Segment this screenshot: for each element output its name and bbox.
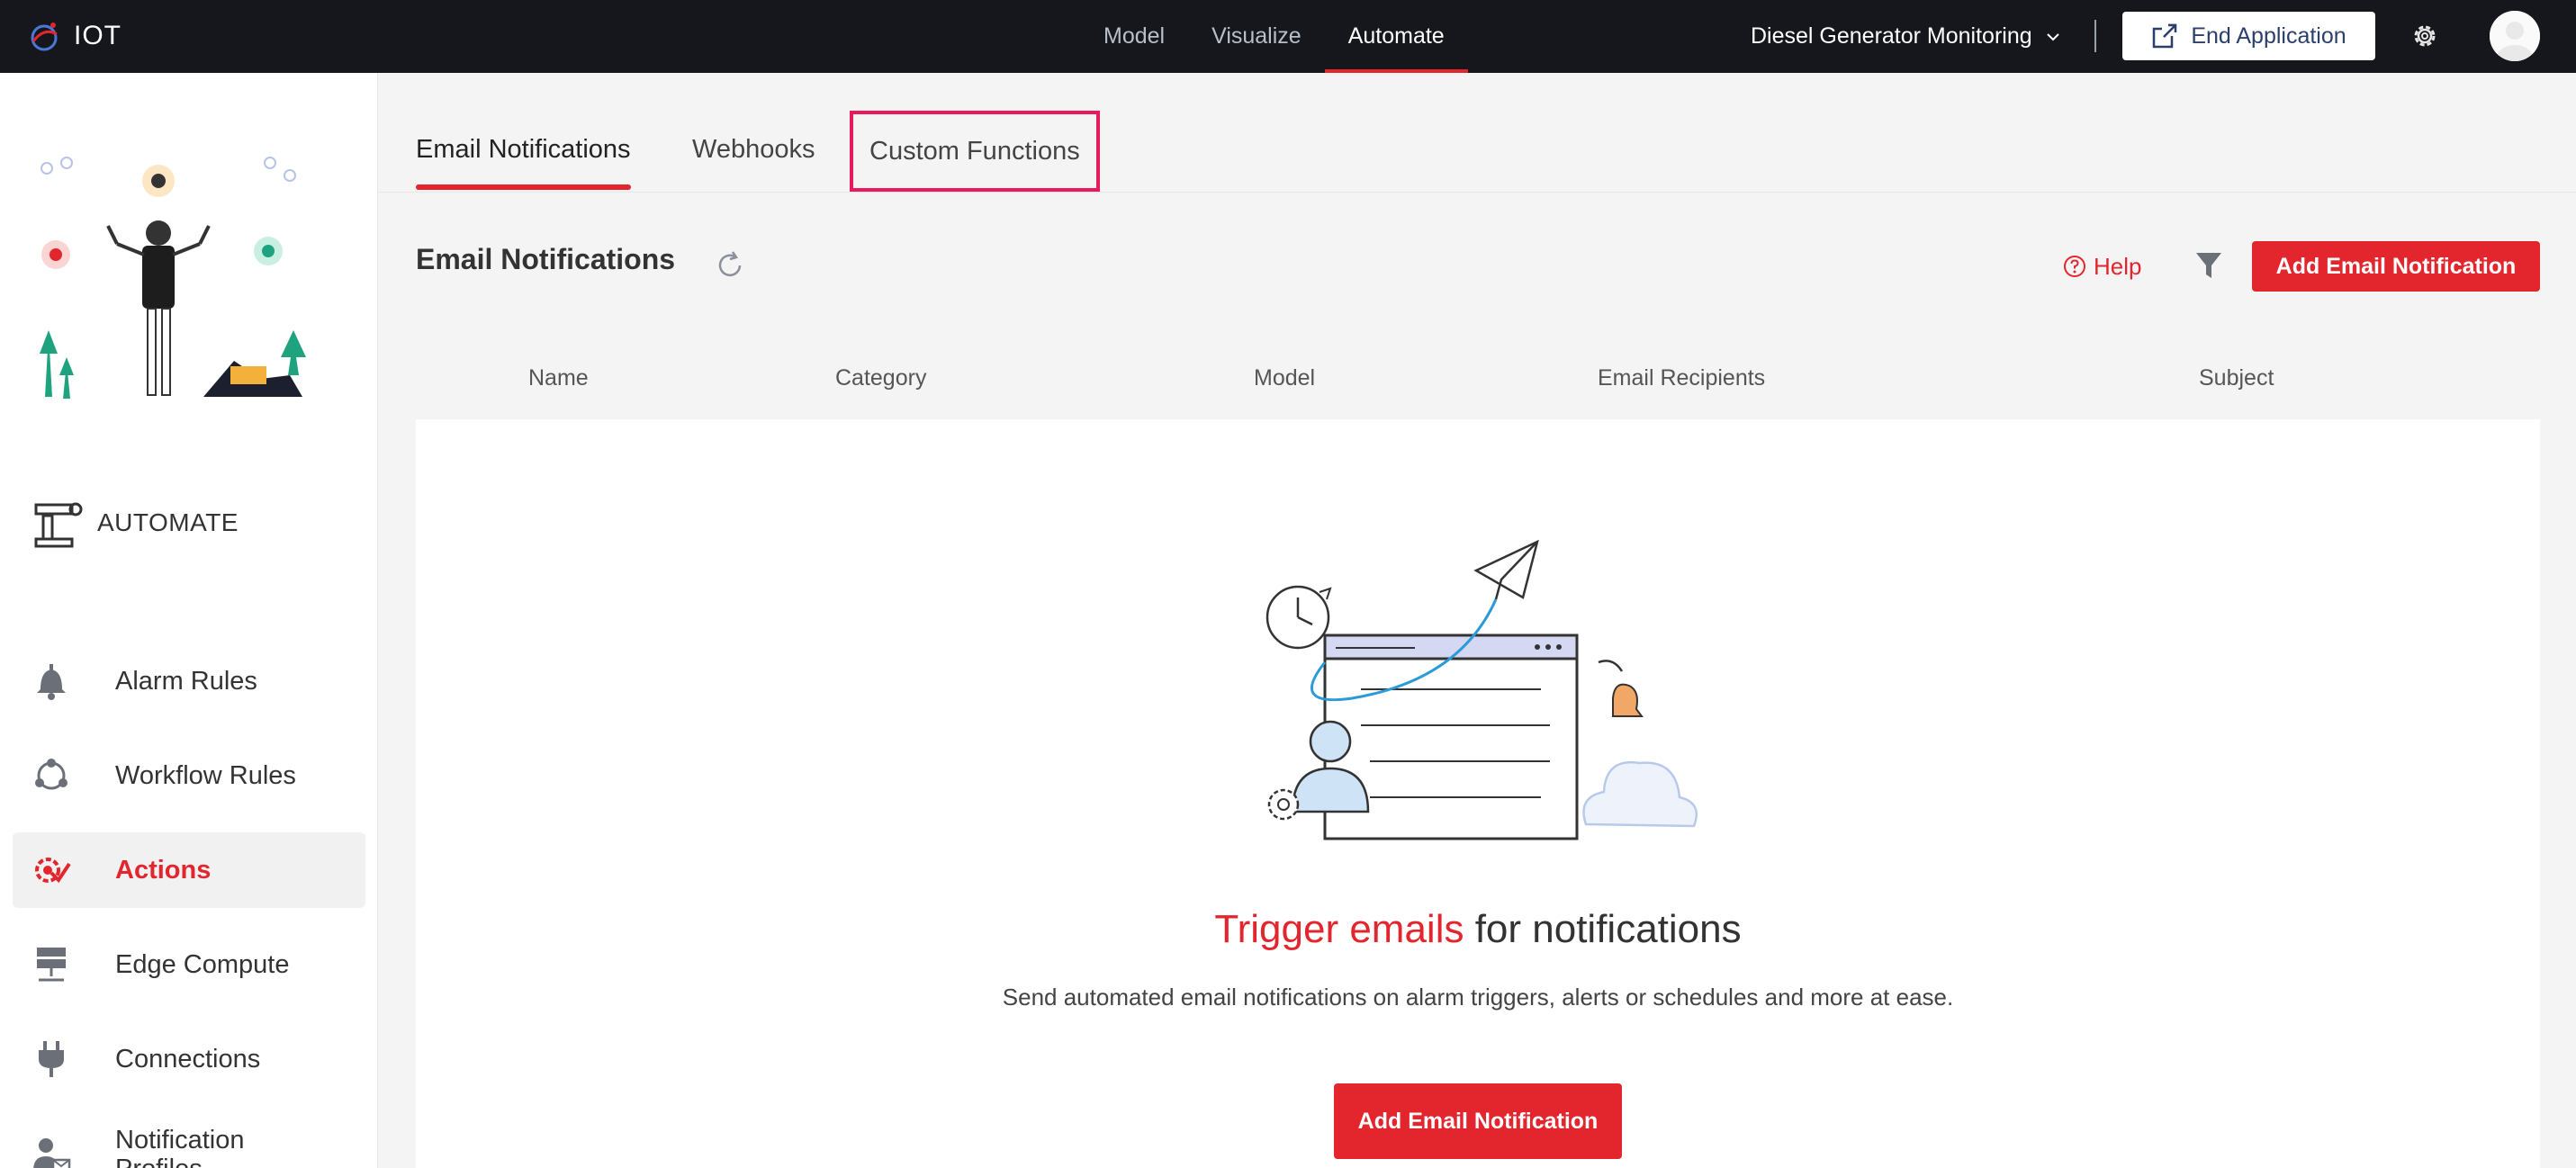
sidebar-heading-label: AUTOMATE: [97, 508, 239, 536]
iot-logo-icon: [23, 16, 65, 56]
empty-state-title-highlight: Trigger emails: [1214, 907, 1464, 951]
column-header-email-recipients[interactable]: Email Recipients: [1598, 349, 1765, 407]
sidebar-item-alarm-rules[interactable]: Alarm Rules: [13, 643, 365, 719]
user-avatar-icon: [2490, 11, 2540, 61]
add-email-notification-button[interactable]: Add Email Notification: [2252, 241, 2540, 292]
sidebar-item-label: Alarm Rules: [115, 666, 257, 696]
user-mail-icon: [29, 1132, 74, 1168]
sidebar-item-label: Edge Compute: [115, 949, 290, 979]
sidebar-item-connections[interactable]: Connections: [13, 1021, 365, 1097]
actions-gear-check-icon: [29, 848, 74, 893]
sidebar-item-actions[interactable]: Actions: [13, 832, 365, 908]
topnav-model[interactable]: Model: [1080, 0, 1188, 73]
workflow-icon: [29, 753, 74, 798]
refresh-icon[interactable]: [715, 250, 745, 281]
sidebar-item-notification-profiles[interactable]: Notification Profiles: [13, 1116, 365, 1168]
top-nav: Model Visualize Automate: [1080, 0, 1468, 73]
brand[interactable]: IOT: [23, 16, 122, 56]
empty-state-title-rest: for notifications: [1464, 907, 1742, 951]
top-bar: IOT Model Visualize Automate Diesel Gene…: [0, 0, 2576, 73]
divider: [2094, 20, 2096, 52]
topnav-visualize[interactable]: Visualize: [1188, 0, 1325, 73]
end-application-button[interactable]: End Application: [2122, 12, 2375, 60]
external-link-icon: [2153, 23, 2178, 49]
filter-icon[interactable]: [2194, 250, 2223, 281]
sidebar-item-label: Notification Profiles: [115, 1126, 245, 1168]
email-notification-illustration-icon: [1265, 539, 1698, 840]
bell-icon: [29, 659, 74, 704]
column-header-name[interactable]: Name: [528, 349, 589, 407]
column-header-category[interactable]: Category: [835, 349, 926, 407]
empty-state-add-button[interactable]: Add Email Notification: [1334, 1083, 1622, 1159]
empty-state-description: Send automated email notifications on al…: [1002, 984, 1954, 1011]
robot-arm-icon: [34, 502, 83, 548]
tab-custom-functions[interactable]: Custom Functions: [850, 111, 1100, 192]
sidebar-item-label: Connections: [115, 1044, 261, 1074]
tab-webhooks[interactable]: Webhooks: [692, 109, 815, 190]
sidebar: AUTOMATE Alarm Rules Workflow Rules Acti…: [0, 73, 378, 1168]
topnav-automate[interactable]: Automate: [1324, 0, 1468, 73]
column-header-model[interactable]: Model: [1254, 349, 1315, 407]
tab-bar: Email Notifications Webhooks Custom Func…: [378, 73, 2576, 193]
empty-state-title: Trigger emails for notifications: [416, 907, 2540, 952]
automate-illustration-icon: [40, 157, 306, 399]
gear-icon[interactable]: [2409, 20, 2441, 52]
help-link[interactable]: Help: [2063, 248, 2141, 284]
sidebar-item-workflow-rules[interactable]: Workflow Rules: [13, 738, 365, 813]
help-label: Help: [2094, 252, 2142, 280]
end-application-label: End Application: [2191, 22, 2346, 49]
server-icon: [29, 942, 74, 987]
sidebar-item-edge-compute[interactable]: Edge Compute: [13, 927, 365, 1002]
question-circle-icon: [2064, 256, 2085, 277]
column-header-subject[interactable]: Subject: [2199, 349, 2274, 407]
table-header: Name Category Model Email Recipients Sub…: [416, 349, 2540, 421]
empty-state-panel: Trigger emails for notifications Send au…: [416, 419, 2540, 1168]
sidebar-item-label: Workflow Rules: [115, 760, 296, 790]
chevron-down-icon: [2046, 32, 2059, 40]
sidebar-heading: AUTOMATE: [29, 496, 239, 550]
avatar[interactable]: [2490, 11, 2540, 61]
sidebar-item-label: Actions: [115, 855, 212, 885]
plug-icon: [29, 1037, 74, 1082]
application-selector[interactable]: Diesel Generator Monitoring: [1751, 0, 2061, 73]
page-title: Email Notifications: [416, 243, 676, 275]
tab-email-notifications[interactable]: Email Notifications: [416, 109, 631, 190]
application-selector-value: Diesel Generator Monitoring: [1751, 23, 2032, 49]
app-name: IOT: [74, 21, 122, 50]
